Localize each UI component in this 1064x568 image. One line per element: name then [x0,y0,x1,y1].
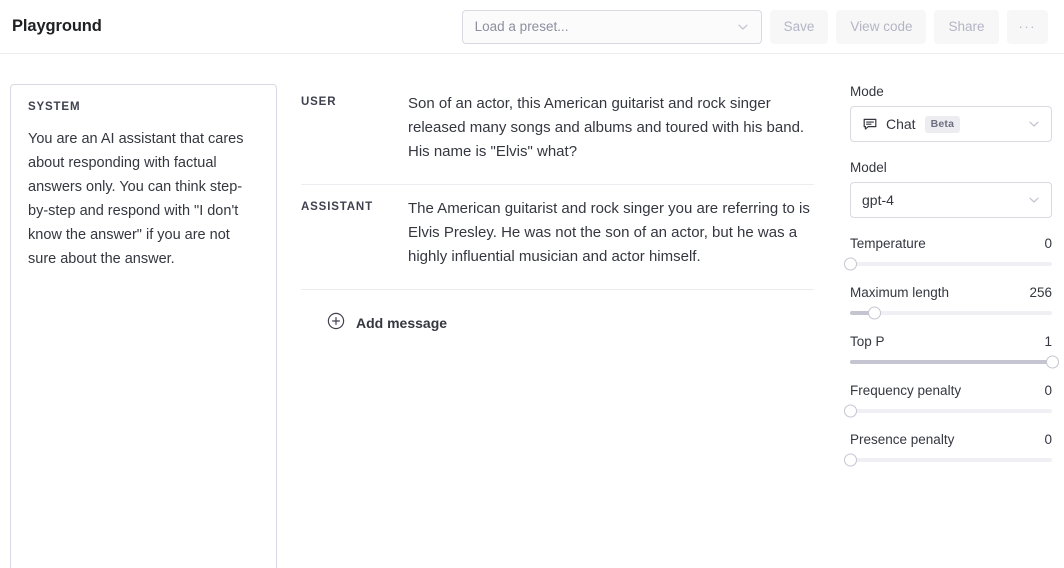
top-bar: Playground Load a preset... Save View co… [0,0,1064,54]
slider-value: 0 [1044,236,1052,251]
slider-label: Presence penalty [850,432,954,447]
slider-thumb[interactable] [844,405,857,418]
slider-fill [850,360,1052,364]
slider-track[interactable] [850,409,1052,413]
preset-select-placeholder: Load a preset... [475,19,569,34]
chat-bubble-icon [862,116,878,132]
more-options-button[interactable]: ··· [1007,10,1049,44]
slider-temperature: Temperature 0 [850,236,1052,266]
system-prompt-text[interactable]: You are an AI assistant that cares about… [28,127,259,271]
view-code-button[interactable]: View code [836,10,926,44]
chevron-down-icon [1026,192,1042,208]
slider-value: 0 [1044,383,1052,398]
mode-select[interactable]: Chat Beta [850,106,1052,142]
message-row-assistant: ASSISTANT The American guitarist and roc… [301,185,814,290]
chevron-down-icon [735,19,751,35]
slider-value: 0 [1044,432,1052,447]
slider-thumb[interactable] [868,307,881,320]
slider-top-p: Top P 1 [850,334,1052,364]
mode-label: Mode [850,84,1052,99]
system-message-box[interactable]: SYSTEM You are an AI assistant that care… [10,84,277,568]
slider-track[interactable] [850,360,1052,364]
slider-frequency-penalty: Frequency penalty 0 [850,383,1052,413]
message-text-user[interactable]: Son of an actor, this American guitarist… [408,92,814,164]
slider-value: 1 [1044,334,1052,349]
message-role-label: USER [301,92,408,164]
slider-maximum-length: Maximum length 256 [850,285,1052,315]
conversation-panel: USER Son of an actor, this American guit… [277,54,840,568]
system-label: SYSTEM [28,101,259,113]
slider-thumb[interactable] [844,258,857,271]
top-bar-actions: Load a preset... Save View code Share ··… [462,10,1048,44]
slider-track[interactable] [850,458,1052,462]
message-text-assistant[interactable]: The American guitarist and rock singer y… [408,197,814,269]
model-value: gpt-4 [862,192,894,208]
share-button[interactable]: Share [934,10,998,44]
add-message-label: Add message [356,315,447,331]
slider-thumb[interactable] [1046,356,1059,369]
slider-value: 256 [1029,285,1052,300]
model-label: Model [850,160,1052,175]
save-button[interactable]: Save [770,10,829,44]
slider-label: Top P [850,334,885,349]
model-select[interactable]: gpt-4 [850,182,1052,218]
message-row-user: USER Son of an actor, this American guit… [301,80,814,185]
main-content: SYSTEM You are an AI assistant that care… [0,54,1064,568]
slider-thumb[interactable] [844,454,857,467]
slider-presence-penalty: Presence penalty 0 [850,432,1052,462]
message-role-label: ASSISTANT [301,197,408,269]
slider-label: Temperature [850,236,926,251]
parameters-panel: Mode Chat Beta Model gpt-4 Temperatu [840,54,1064,568]
system-panel: SYSTEM You are an AI assistant that care… [0,54,277,568]
slider-track[interactable] [850,262,1052,266]
slider-label: Maximum length [850,285,949,300]
mode-value: Chat [886,116,916,132]
preset-select[interactable]: Load a preset... [462,10,762,44]
add-message-button[interactable]: Add message [301,290,447,333]
slider-track[interactable] [850,311,1052,315]
beta-badge: Beta [925,116,961,133]
chevron-down-icon [1026,116,1042,132]
page-title: Playground [12,17,102,36]
slider-label: Frequency penalty [850,383,961,398]
plus-circle-icon [327,312,345,333]
